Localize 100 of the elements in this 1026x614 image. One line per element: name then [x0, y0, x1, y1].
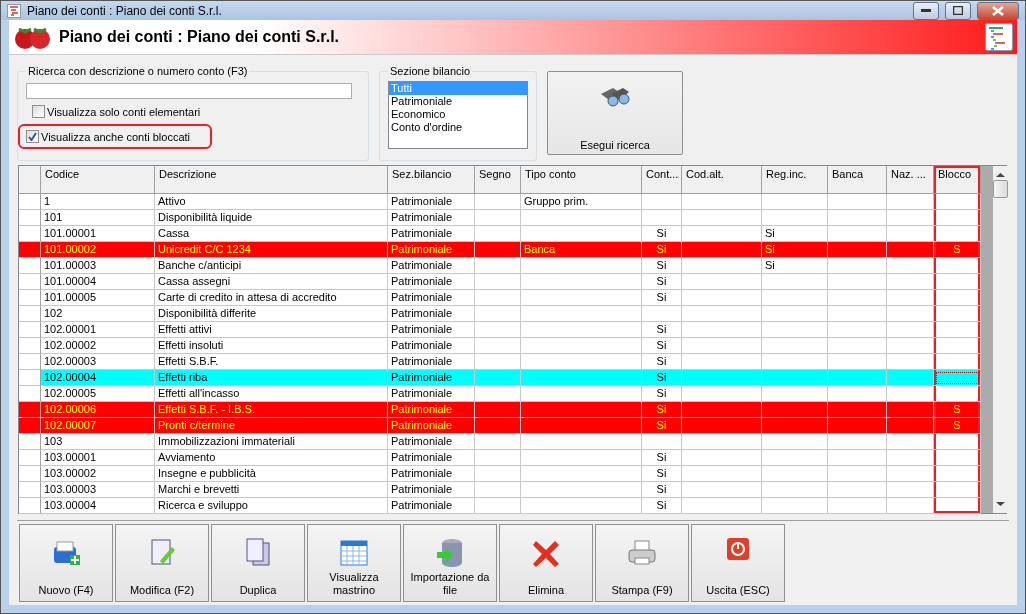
toolbar-button[interactable]: Uscita (ESC)	[691, 524, 785, 602]
table-cell	[934, 482, 981, 498]
table-cell: Patrimoniale	[388, 354, 475, 370]
table-cell	[887, 210, 934, 226]
toolbar-button[interactable]: Stampa (F9)	[595, 524, 689, 602]
table-cell	[762, 274, 828, 290]
table-cell	[828, 498, 887, 514]
row-header[interactable]	[19, 482, 41, 498]
column-header[interactable]: Blocco	[934, 166, 981, 194]
table-cell: Cassa	[155, 226, 388, 242]
row-header[interactable]	[19, 450, 41, 466]
table-cell: Immobilizzazioni immateriali	[155, 434, 388, 450]
minimize-button[interactable]	[913, 1, 939, 20]
row-header[interactable]	[19, 418, 41, 434]
row-header[interactable]	[19, 370, 41, 386]
column-header[interactable]: Banca	[828, 166, 887, 194]
maximize-button[interactable]	[945, 1, 971, 20]
scroll-down-icon[interactable]	[996, 501, 1005, 507]
close-button[interactable]	[977, 1, 1019, 20]
table-cell: 102.00006	[41, 402, 155, 418]
table-cell: Disponibilità differite	[155, 306, 388, 322]
table-cell: Carte di credito in attesa di accredito	[155, 290, 388, 306]
page-title: Piano dei conti : Piano dei conti S.r.l.	[59, 28, 341, 46]
tree-list-icon[interactable]	[985, 23, 1013, 51]
table-cell	[828, 482, 887, 498]
row-header[interactable]	[19, 322, 41, 338]
binoculars-icon	[599, 86, 631, 108]
table-cell	[475, 226, 521, 242]
row-header[interactable]	[19, 242, 41, 258]
table-cell	[934, 274, 981, 290]
column-header[interactable]: Sez.bilancio	[388, 166, 475, 194]
row-header[interactable]	[19, 194, 41, 210]
table-cell: Effetti S.B.F. - I.B.S.	[155, 402, 388, 418]
scroll-up-icon[interactable]	[996, 172, 1005, 178]
column-header[interactable]: Segno	[475, 166, 521, 194]
column-header[interactable]: Naz. ...	[887, 166, 934, 194]
table-cell: Patrimoniale	[388, 418, 475, 434]
toolbar-button[interactable]: Duplica	[211, 524, 305, 602]
table-cell: 103	[41, 434, 155, 450]
table-cell	[887, 194, 934, 210]
table-cell: 1	[41, 194, 155, 210]
row-header[interactable]	[19, 402, 41, 418]
row-header[interactable]	[19, 354, 41, 370]
table-cell	[828, 274, 887, 290]
table-cell	[762, 402, 828, 418]
row-header[interactable]	[19, 290, 41, 306]
search-button[interactable]: Esegui ricerca	[547, 71, 683, 155]
toolbar-button[interactable]: Nuovo (F4)	[19, 524, 113, 602]
maximize-icon	[953, 6, 963, 15]
table-cell: Si	[762, 258, 828, 274]
table-cell	[828, 322, 887, 338]
minimize-icon	[921, 8, 931, 13]
toolbar-button[interactable]: Elimina	[499, 524, 593, 602]
toolbar-button[interactable]: Modifica (F2)	[115, 524, 209, 602]
row-header[interactable]	[19, 338, 41, 354]
column-header[interactable]: Cont...	[642, 166, 682, 194]
row-header[interactable]	[19, 274, 41, 290]
table-cell	[828, 210, 887, 226]
scroll-thumb[interactable]	[993, 180, 1008, 198]
checkbox[interactable]	[32, 105, 45, 118]
search-field[interactable]	[26, 83, 352, 99]
scrollbar[interactable]	[993, 166, 1008, 513]
table-cell	[762, 194, 828, 210]
row-header[interactable]	[19, 210, 41, 226]
column-header[interactable]: Descrizione	[155, 166, 388, 194]
row-header[interactable]	[19, 466, 41, 482]
table-cell	[887, 434, 934, 450]
row-header[interactable]	[19, 306, 41, 322]
table-cell	[762, 498, 828, 514]
table-cell: Patrimoniale	[388, 242, 475, 258]
table-cell	[828, 258, 887, 274]
column-header[interactable]: Cod.alt.	[682, 166, 762, 194]
checkbox[interactable]	[26, 130, 39, 143]
group-label: Sezione bilancio	[389, 65, 472, 77]
row-header[interactable]	[19, 386, 41, 402]
table-cell	[934, 258, 981, 274]
table-cell: Marchi e brevetti	[155, 482, 388, 498]
table-cell: Si	[642, 338, 682, 354]
section-list[interactable]: Tutti Patrimoniale Economico Conto d'ordine	[388, 81, 528, 149]
table-cell	[887, 290, 934, 306]
table-cell: Si	[642, 290, 682, 306]
table-cell: 102.00005	[41, 386, 155, 402]
row-header[interactable]	[19, 434, 41, 450]
table-cell	[475, 434, 521, 450]
table-cell	[475, 466, 521, 482]
table-cell	[828, 242, 887, 258]
toolbar-button[interactable]: Visualizza mastrino	[307, 524, 401, 602]
table-cell	[887, 322, 934, 338]
column-header[interactable]: Codice	[41, 166, 155, 194]
table-cell: 102.00007	[41, 418, 155, 434]
table-cell: Patrimoniale	[388, 322, 475, 338]
row-header[interactable]	[19, 226, 41, 242]
toolbar-button[interactable]: Importazione da file	[403, 524, 497, 602]
column-header[interactable]: Tipo conto	[521, 166, 642, 194]
row-header[interactable]	[19, 258, 41, 274]
table-cell	[642, 210, 682, 226]
row-header[interactable]	[19, 498, 41, 514]
table-cell	[828, 194, 887, 210]
table-cell: 101.00003	[41, 258, 155, 274]
column-header[interactable]: Reg.inc.	[762, 166, 828, 194]
